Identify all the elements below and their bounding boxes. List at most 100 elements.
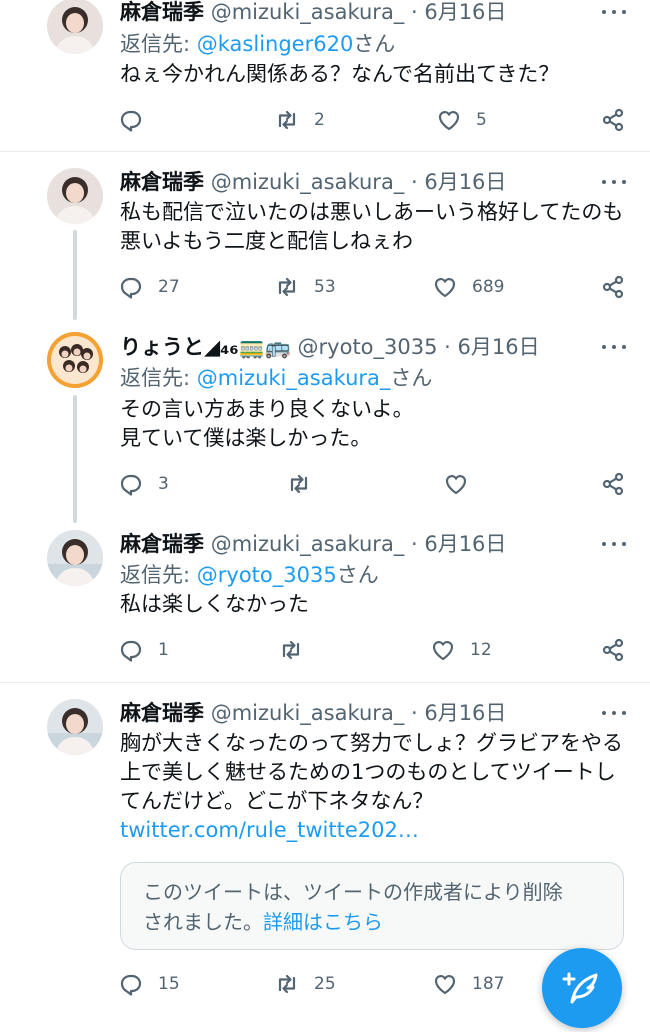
handle-and-date[interactable]: @mizuki_asakura_ · 6月16日 (211, 0, 507, 24)
thread-line (73, 395, 77, 523)
like-button[interactable]: 689 (432, 274, 504, 300)
tweet-text: 私も配信で泣いたのは悪いしあーいう格好してたのも 悪いよもう二度と配信しねぇわ (120, 200, 624, 253)
share-button[interactable] (600, 274, 626, 300)
like-button[interactable]: 187 (432, 971, 504, 997)
reply-count: 15 (158, 974, 180, 994)
reply-mention-link[interactable]: @ryoto_3035 (197, 563, 337, 587)
reply-button[interactable]: 3 (118, 471, 169, 497)
share-icon (602, 108, 624, 132)
tweet-text: その言い方あまり良くないよ。 見ていて僕は楽しかった。 (120, 397, 414, 450)
like-count: 187 (472, 974, 505, 994)
avatar[interactable] (47, 168, 103, 224)
like-button[interactable]: 12 (430, 637, 492, 663)
reply-icon (120, 110, 142, 132)
like-count: 5 (476, 110, 487, 130)
tweet-header: りょうと◢₄₆🚃🚌 @ryoto_3035 · 6月16日 (120, 333, 540, 361)
reply-icon (120, 277, 142, 299)
handle-and-date[interactable]: @mizuki_asakura_ · 6月16日 (211, 701, 507, 725)
display-name[interactable]: 麻倉瑞季 (120, 701, 204, 725)
reply-button[interactable] (118, 107, 158, 133)
reply-to: 返信先: @mizuki_asakura_さん (120, 364, 432, 392)
reply-button[interactable]: 27 (118, 274, 180, 300)
thread-line (73, 230, 77, 320)
more-icon[interactable] (600, 172, 628, 192)
like-count: 689 (472, 277, 505, 297)
share-icon (602, 472, 624, 496)
retweet-count: 25 (314, 974, 336, 994)
retweet-button[interactable] (286, 471, 326, 497)
reply-icon (120, 474, 142, 496)
retweet-button[interactable]: 2 (274, 107, 325, 133)
reply-count: 3 (158, 474, 169, 494)
like-button[interactable]: 5 (436, 107, 487, 133)
reply-to: 返信先: @ryoto_3035さん (120, 561, 379, 589)
handle-and-date[interactable]: @ryoto_3035 · 6月16日 (298, 335, 540, 359)
reply-mention-link[interactable]: @kaslinger620 (197, 32, 354, 56)
reply-button[interactable]: 15 (118, 971, 180, 997)
tweet[interactable]: りょうと◢₄₆🚃🚌 @ryoto_3035 · 6月16日 返信先: @mizu… (0, 317, 650, 523)
tweet-actions: 2 5 (118, 107, 630, 133)
tweet-header: 麻倉瑞季 @mizuki_asakura_ · 6月16日 (120, 699, 506, 727)
display-name[interactable]: 麻倉瑞季 (120, 0, 204, 24)
reply-to-suffix: さん (390, 366, 433, 390)
share-button[interactable] (600, 107, 626, 133)
tweet-header: 麻倉瑞季 @mizuki_asakura_ · 6月16日 (120, 168, 506, 196)
tweet[interactable]: 麻倉瑞季 @mizuki_asakura_ · 6月16日 返信先: @kasl… (0, 0, 650, 150)
tweet-actions: 1 12 (118, 637, 630, 663)
more-icon[interactable] (600, 2, 628, 22)
avatar[interactable] (47, 0, 103, 54)
deleted-quote-card[interactable]: このツイートは、ツイートの作成者により削除 されました。詳細はこちら (120, 862, 624, 950)
retweet-count: 2 (314, 110, 325, 130)
compose-icon (562, 972, 598, 1004)
learn-more-link[interactable]: 詳細はこちら (263, 910, 383, 934)
tweet-actions: 3 (118, 471, 630, 497)
retweet-icon (282, 640, 300, 660)
reply-count: 27 (158, 277, 180, 297)
handle-and-date[interactable]: @mizuki_asakura_ · 6月16日 (211, 532, 507, 556)
like-icon (434, 975, 456, 995)
retweet-icon (278, 974, 296, 994)
share-icon (602, 638, 624, 662)
share-button[interactable] (600, 637, 626, 663)
share-button[interactable] (600, 471, 626, 497)
tweet-text: ねぇ今かれん関係ある？なんで名前出てきた？ (120, 62, 560, 86)
share-icon (602, 275, 624, 299)
display-name[interactable]: 麻倉瑞季 (120, 170, 204, 194)
like-icon (438, 111, 460, 131)
tweet-link[interactable]: twitter.com/rule_twitte202… (120, 816, 419, 845)
like-icon (432, 641, 454, 661)
like-icon (434, 278, 456, 298)
reply-mention-link[interactable]: @mizuki_asakura_ (197, 366, 391, 390)
tweet[interactable]: 麻倉瑞季 @mizuki_asakura_ · 6月16日 私も配信で泣いたのは… (0, 152, 650, 320)
handle-and-date[interactable]: @mizuki_asakura_ · 6月16日 (211, 170, 507, 194)
retweet-count: 53 (314, 277, 336, 297)
tweet-header: 麻倉瑞季 @mizuki_asakura_ · 6月16日 (120, 530, 506, 558)
tweet-text: 私は楽しくなかった (120, 592, 309, 616)
retweet-icon (278, 110, 296, 130)
tweet[interactable]: 麻倉瑞季 @mizuki_asakura_ · 6月16日 返信先: @ryot… (0, 514, 650, 680)
display-name[interactable]: りょうと◢₄₆🚃🚌 (120, 335, 291, 359)
reply-count: 1 (158, 640, 169, 660)
reply-button[interactable]: 1 (118, 637, 169, 663)
retweet-button[interactable]: 53 (274, 274, 336, 300)
tweet-header: 麻倉瑞季 @mizuki_asakura_ · 6月16日 (120, 0, 506, 26)
more-icon[interactable] (600, 534, 628, 554)
more-icon[interactable] (600, 337, 628, 357)
retweet-button[interactable] (278, 637, 318, 663)
avatar[interactable] (47, 699, 103, 755)
retweet-icon (278, 277, 296, 297)
retweet-icon (290, 474, 308, 494)
more-icon[interactable] (600, 703, 628, 723)
display-name[interactable]: 麻倉瑞季 (120, 532, 204, 556)
like-count: 12 (470, 640, 492, 660)
retweet-button[interactable]: 25 (274, 971, 336, 997)
like-button[interactable] (443, 471, 483, 497)
avatar[interactable] (47, 530, 103, 586)
reply-to-suffix: さん (353, 32, 396, 56)
reply-icon (120, 640, 142, 662)
tweet-actions: 27 53 689 (118, 274, 630, 300)
tweet-text: 胸が大きくなったのって努力でしょ？グラビアをやる 上で美しく魅せるための1つのも… (120, 731, 623, 813)
compose-button[interactable] (542, 948, 622, 1028)
reply-icon (120, 974, 142, 996)
avatar[interactable] (47, 332, 103, 388)
